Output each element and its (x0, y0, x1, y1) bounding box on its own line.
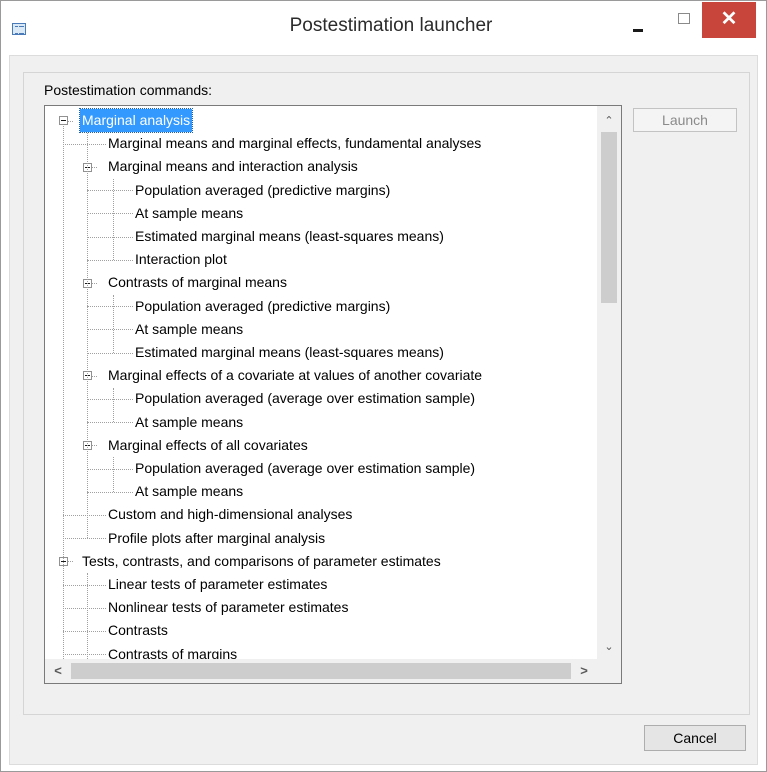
tree-connector (87, 190, 133, 192)
tree-connector (63, 607, 106, 609)
tree-connector (87, 213, 133, 215)
tree-connector (87, 132, 88, 539)
tree-item[interactable]: Marginal means and marginal effects, fun… (108, 132, 481, 155)
tree-connector (87, 259, 133, 261)
tree-connector (87, 468, 133, 470)
launch-button[interactable]: Launch (633, 108, 737, 132)
tree-connector (68, 120, 73, 122)
tree-connector (63, 584, 106, 586)
tree-item[interactable]: Marginal means and interaction analysis (108, 155, 358, 178)
tree-connector (87, 399, 133, 400)
tree-item[interactable]: Population averaged (predictive margins) (135, 179, 390, 202)
tree-connector (87, 352, 133, 354)
tree-connector (92, 167, 97, 168)
tree-connector (63, 631, 106, 632)
tree-connector (92, 283, 97, 284)
tree-content: Marginal analysis Marginal means and marg… (45, 106, 599, 659)
tree-connector (87, 306, 133, 308)
scroll-right-icon[interactable]: > (573, 659, 595, 683)
tree-item[interactable]: Population averaged (average over estima… (135, 387, 475, 410)
tree-item[interactable]: At sample means (135, 202, 243, 225)
tree-item[interactable]: At sample means (135, 318, 243, 341)
tree-item[interactable]: At sample means (135, 480, 243, 503)
tree-item[interactable]: Estimated marginal means (least-squares … (135, 225, 444, 248)
commands-label: Postestimation commands: (44, 82, 213, 98)
vertical-scroll-thumb[interactable] (601, 132, 617, 303)
tree-item[interactable]: Estimated marginal means (least-squares … (135, 341, 444, 364)
tree-item[interactable]: Marginal effects of a covariate at value… (108, 364, 482, 387)
tree-item[interactable]: Contrasts of marginal means (108, 271, 287, 294)
tree-item[interactable]: Linear tests of parameter estimates (108, 573, 327, 596)
tree-item[interactable]: Profile plots after marginal analysis (108, 527, 325, 550)
tree-connector (113, 179, 114, 260)
tree-item[interactable]: Population averaged (predictive margins) (135, 295, 390, 318)
dialog-window: Postestimation launcher ✕ Postestimation… (0, 0, 767, 772)
tree-connector (87, 422, 133, 424)
tree-connector (92, 445, 97, 447)
tree-connector (63, 143, 106, 145)
tree-item[interactable]: Interaction plot (135, 248, 227, 271)
vertical-scrollbar[interactable]: ⌃ ⌄ (597, 106, 621, 659)
close-button[interactable]: ✕ (702, 2, 756, 38)
tree-connector (87, 329, 133, 331)
cancel-button[interactable]: Cancel (644, 725, 746, 751)
horizontal-scrollbar[interactable]: < > (45, 659, 597, 683)
tree-connector (113, 295, 114, 353)
tree-connector (87, 491, 133, 493)
tree-item[interactable]: Contrasts of margins (108, 643, 237, 659)
scrollbar-corner (597, 659, 621, 683)
tree-connector (87, 573, 88, 659)
minimize-button[interactable] (623, 7, 653, 37)
tree-expander-icon[interactable] (59, 116, 68, 126)
tree-item[interactable]: Tests, contrasts, and comparisons of par… (82, 550, 441, 573)
scroll-down-icon[interactable]: ⌄ (597, 636, 621, 658)
title-bar: Postestimation launcher ✕ (1, 1, 766, 55)
tree-item[interactable]: Nonlinear tests of parameter estimates (108, 596, 348, 619)
scroll-up-icon[interactable]: ⌃ (597, 110, 621, 132)
tree-connector (87, 236, 133, 238)
tree-connector (63, 515, 106, 516)
tree-item[interactable]: At sample means (135, 411, 243, 434)
scroll-left-icon[interactable]: < (47, 659, 69, 683)
close-icon: ✕ (720, 8, 738, 30)
tree-item[interactable]: Marginal analysis (78, 108, 194, 133)
tree-connector (92, 375, 97, 377)
horizontal-scroll-thumb[interactable] (71, 663, 571, 679)
tree-connector (113, 387, 114, 423)
tree-connector (68, 561, 73, 563)
tree-item[interactable]: Custom and high-dimensional analyses (108, 503, 352, 526)
tree-item[interactable]: Marginal effects of all covariates (108, 434, 308, 457)
tree-connector (113, 457, 114, 492)
tree-connector (63, 125, 64, 659)
tree-item[interactable]: Population averaged (average over estima… (135, 457, 475, 480)
commands-tree-view[interactable]: Marginal analysis Marginal means and marg… (44, 105, 622, 684)
tree-connector (63, 538, 106, 540)
tree-connector (63, 654, 106, 656)
maximize-button[interactable] (669, 7, 699, 37)
tree-item[interactable]: Contrasts (108, 619, 168, 642)
